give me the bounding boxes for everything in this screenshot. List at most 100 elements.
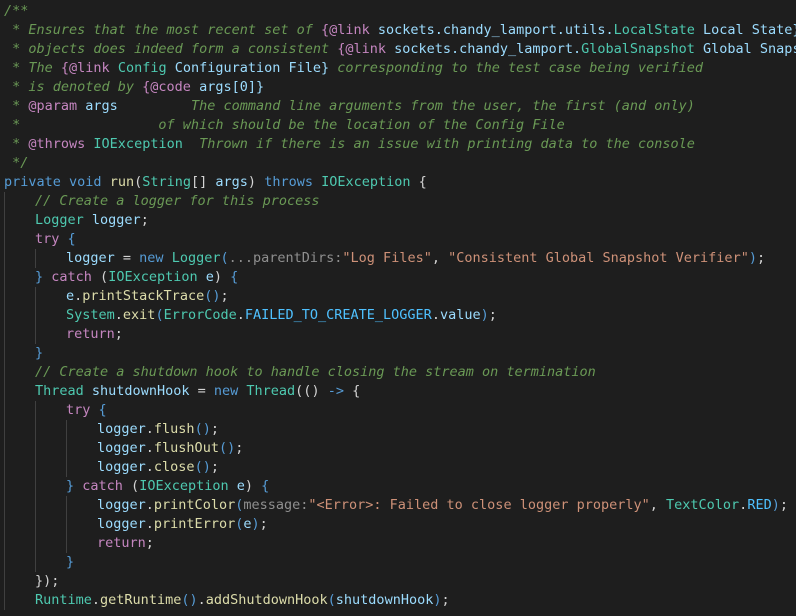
code-line[interactable]: Runtime.getRuntime().addShutdownHook(shu… xyxy=(0,591,796,610)
code-line[interactable]: * of which should be the location of the… xyxy=(0,116,796,135)
code-token: addShutdownHook xyxy=(205,592,328,608)
indent-guide xyxy=(4,496,5,515)
code-token: logger xyxy=(97,440,146,456)
code-token: } xyxy=(66,478,75,494)
code-line[interactable]: } catch (IOException e) { xyxy=(0,268,796,287)
code-token: . xyxy=(236,307,245,323)
indent-guide xyxy=(4,211,5,230)
code-line[interactable]: private void run(String[] args) throws I… xyxy=(0,173,796,192)
code-token: return xyxy=(97,535,146,551)
code-token: ; xyxy=(210,459,219,475)
indent-guide xyxy=(35,325,36,344)
code-line[interactable]: e.printStackTrace(); xyxy=(0,287,796,306)
code-line[interactable]: * objects does indeed form a consistent … xyxy=(0,40,796,59)
code-token: ErrorCode xyxy=(163,307,237,323)
indent-guide xyxy=(4,344,5,363)
code-line[interactable]: return; xyxy=(0,325,796,344)
code-line[interactable]: logger = new Logger(...parentDirs:"Log F… xyxy=(0,249,796,268)
code-token: flush xyxy=(153,421,195,437)
code-line[interactable]: * is denoted by {@code args[0]} xyxy=(0,78,796,97)
code-line[interactable]: * @throws IOException Thrown if there is… xyxy=(0,135,796,154)
code-line[interactable]: logger.close(); xyxy=(0,458,796,477)
code-token: Thrown if there is an issue with printin… xyxy=(182,136,695,152)
code-token: @throws xyxy=(28,136,86,152)
code-token: TextColor xyxy=(666,497,740,513)
code-token: * is denoted by xyxy=(4,79,143,95)
code-line[interactable]: /** xyxy=(0,2,796,21)
code-token: ) xyxy=(251,516,260,532)
code-line[interactable]: } xyxy=(0,344,796,363)
code-line[interactable]: try { xyxy=(0,401,796,420)
code-line[interactable]: System.exit(ErrorCode.FAILED_TO_CREATE_L… xyxy=(0,306,796,325)
code-token: { xyxy=(230,269,239,285)
code-token: . xyxy=(91,592,101,608)
code-token: ; xyxy=(220,288,229,304)
code-line[interactable]: return; xyxy=(0,534,796,553)
code-token: logger xyxy=(91,212,141,228)
indent-guide xyxy=(4,553,5,572)
code-token: "<Error>: Failed to close logger properl… xyxy=(308,497,650,513)
code-line[interactable]: * The {@link Config Configuration File} … xyxy=(0,59,796,78)
code-line[interactable]: // Create a logger for this process xyxy=(0,192,796,211)
code-token: catch xyxy=(82,478,123,494)
code-token: ) xyxy=(480,307,489,323)
code-line[interactable]: } xyxy=(0,553,796,572)
code-token: {@link xyxy=(60,60,110,76)
indent-guide xyxy=(4,439,5,458)
indent-guide xyxy=(4,363,5,382)
indent-guide xyxy=(35,458,36,477)
indent-guide xyxy=(35,306,36,325)
code-line[interactable]: }); xyxy=(0,572,796,591)
code-token: e xyxy=(205,269,214,285)
indent-guide xyxy=(4,325,5,344)
code-token: * of which should be the location of the… xyxy=(4,117,565,133)
code-token: value xyxy=(439,307,481,323)
code-token: void xyxy=(69,174,102,190)
code-line[interactable]: try { xyxy=(0,230,796,249)
code-token: Logger xyxy=(35,212,84,228)
code-line[interactable]: * @param args The command line arguments… xyxy=(0,97,796,116)
indent-guide xyxy=(4,572,5,591)
code-token: e xyxy=(236,478,245,494)
indent-guide xyxy=(66,515,67,534)
code-token: }) xyxy=(35,573,52,589)
code-line[interactable]: // Create a shutdown hook to handle clos… xyxy=(0,363,796,382)
code-token: System xyxy=(66,307,115,323)
code-token: ( xyxy=(220,250,229,266)
code-token: () xyxy=(194,459,211,475)
indent-guide xyxy=(66,458,67,477)
code-token: logger xyxy=(97,497,146,513)
code-token: { xyxy=(90,402,107,418)
code-line[interactable]: logger.flushOut(); xyxy=(0,439,796,458)
code-token: Runtime xyxy=(35,592,92,608)
code-line[interactable]: logger.printError(e); xyxy=(0,515,796,534)
code-token: close xyxy=(153,459,195,475)
code-token: , xyxy=(649,497,667,513)
code-line[interactable]: logger.flush(); xyxy=(0,420,796,439)
code-token: new xyxy=(139,250,164,266)
code-token: ) xyxy=(244,478,262,494)
code-line[interactable]: Thread shutdownHook = new Thread(() -> { xyxy=(0,382,796,401)
code-line[interactable]: Logger logger; xyxy=(0,211,796,230)
code-line[interactable]: */ xyxy=(0,154,796,173)
code-token: FAILED_TO_CREATE_LOGGER xyxy=(244,307,432,323)
code-line[interactable]: logger.printColor(message:"<Error>: Fail… xyxy=(0,496,796,515)
code-token: Logger xyxy=(171,250,221,266)
code-line[interactable]: * Ensures that the most recent set of {@… xyxy=(0,21,796,40)
code-editor[interactable]: /** * Ensures that the most recent set o… xyxy=(0,0,796,616)
code-line[interactable]: } catch (IOException e) { xyxy=(0,477,796,496)
code-token: { xyxy=(343,383,361,399)
code-token: shutdownHook xyxy=(335,592,434,608)
code-token: , xyxy=(431,250,449,266)
indent-guide xyxy=(4,306,5,325)
indent-guide xyxy=(35,534,36,553)
code-token: corresponding to the test case being ver… xyxy=(329,60,704,76)
code-token: * The xyxy=(4,60,61,76)
indent-guide xyxy=(4,287,5,306)
code-token: sockets.chandy_lamport.utils. xyxy=(369,22,614,38)
code-token: IOException xyxy=(321,174,411,190)
code-token: . xyxy=(145,459,154,475)
